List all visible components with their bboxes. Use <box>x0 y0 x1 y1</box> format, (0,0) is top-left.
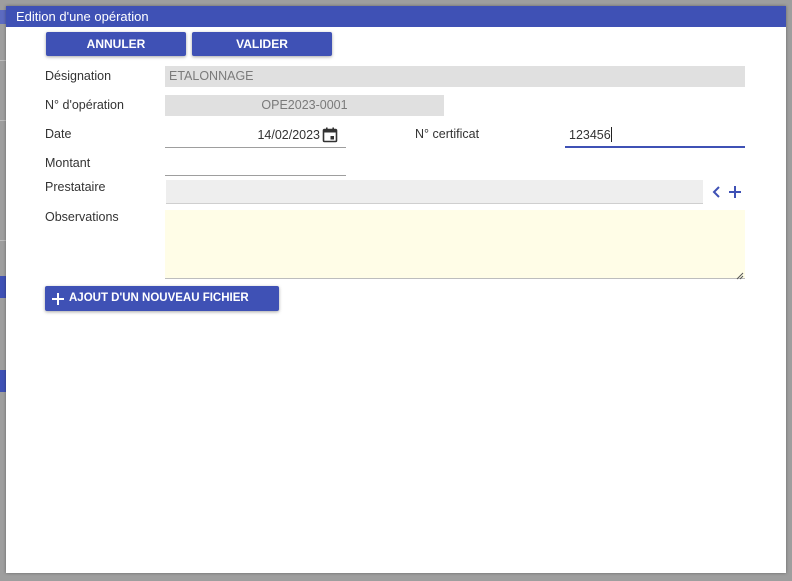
certificate-value: 123456 <box>569 128 611 142</box>
designation-field: ETALONNAGE <box>165 66 745 87</box>
edit-operation-dialog: Edition d'une opération ANNULER VALIDER … <box>6 6 786 573</box>
provider-field[interactable] <box>166 180 703 204</box>
date-label: Date <box>45 127 72 141</box>
add-new-file-label: AJOUT D'UN NOUVEAU FICHIER <box>69 292 249 304</box>
observations-textarea[interactable] <box>165 210 745 280</box>
plus-icon[interactable] <box>727 184 743 200</box>
save-button[interactable]: VALIDER <box>192 32 332 56</box>
designation-label: Désignation <box>45 69 112 83</box>
cancel-button[interactable]: ANNULER <box>46 32 186 56</box>
chevron-left-icon[interactable] <box>709 184 725 200</box>
operation-number-label: N° d'opération <box>45 98 124 112</box>
text-cursor <box>611 127 612 142</box>
dialog-title: Edition d'une opération <box>6 6 786 27</box>
observations-label: Observations <box>45 210 119 224</box>
calendar-icon[interactable] <box>322 127 338 143</box>
resize-grip-icon[interactable] <box>736 269 744 280</box>
certificate-label: N° certificat <box>415 127 480 141</box>
add-new-file-button[interactable]: AJOUT D'UN NOUVEAU FICHIER <box>45 286 279 311</box>
date-value: 14/02/2023 <box>257 128 320 142</box>
amount-label: Montant <box>45 156 91 170</box>
provider-label: Prestataire <box>45 180 106 194</box>
certificate-field[interactable]: 123456 <box>565 124 745 148</box>
date-field[interactable]: 14/02/2023 <box>165 124 346 148</box>
operation-number-field: OPE2023-0001 <box>165 95 444 116</box>
amount-field[interactable] <box>165 154 346 176</box>
plus-icon <box>51 291 65 305</box>
